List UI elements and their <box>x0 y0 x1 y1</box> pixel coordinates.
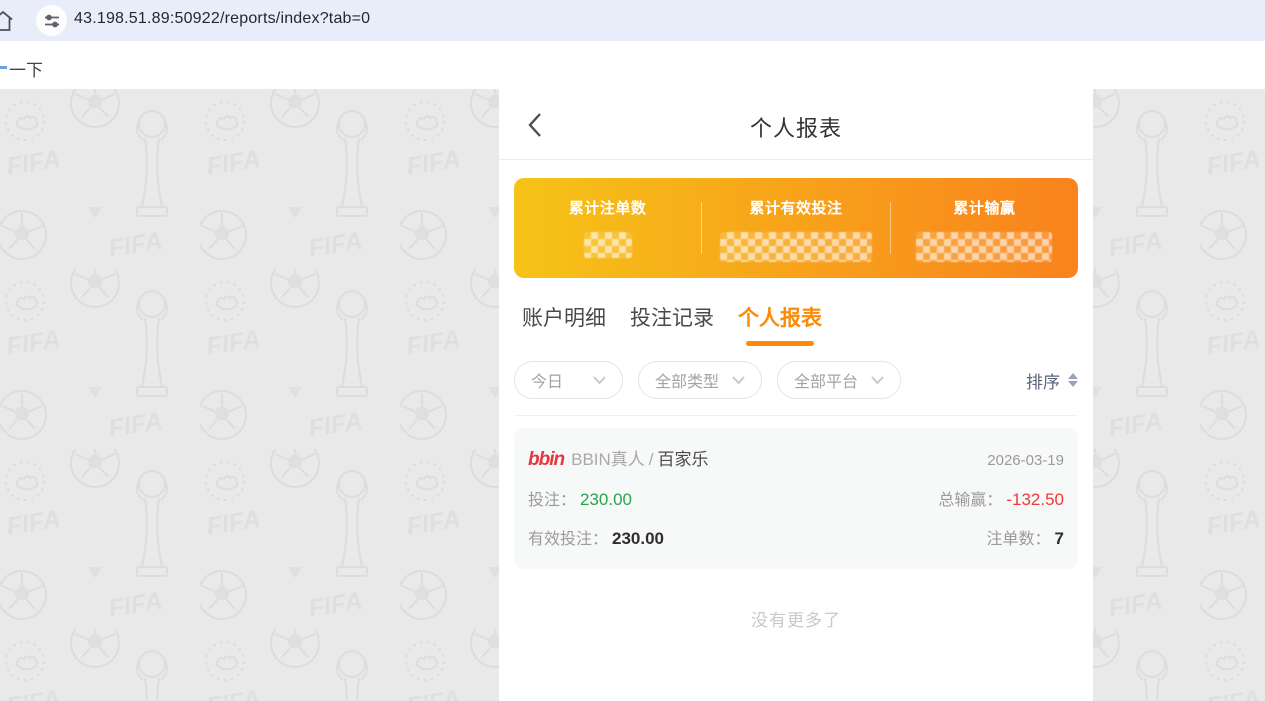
home-icon[interactable] <box>0 9 15 38</box>
summary-col-valid-bet: 累计有效投注 <box>702 178 889 278</box>
summary-col-winloss: 累计输赢 <box>891 178 1078 278</box>
provider-game-separator: / <box>648 450 654 469</box>
report-card-mid-row: 投注： 230.00 总输赢： -132.50 <box>528 486 1064 510</box>
summary-col-bet-count: 累计注单数 <box>514 178 701 278</box>
tab-account-details[interactable]: 账户明细 <box>522 302 606 346</box>
dropdown-label: 全部平台 <box>794 374 859 391</box>
summary-value-censored <box>916 232 1053 262</box>
dropdown-label: 全部类型 <box>655 374 720 391</box>
bookmark-label[interactable]: 一下 <box>9 56 43 81</box>
url-text[interactable]: 43.198.51.89:50922/reports/index?tab=0 <box>74 10 370 28</box>
bet-count-value: 7 <box>1054 529 1064 548</box>
bet-label: 投注： <box>528 492 577 509</box>
valid-bet-label: 有效投注： <box>528 531 609 548</box>
chevron-down-icon <box>593 376 606 384</box>
sort-arrows-icon <box>1068 373 1078 387</box>
tab-bet-records[interactable]: 投注记录 <box>630 302 714 346</box>
page-title: 个人报表 <box>749 116 842 141</box>
tab-label: 账户明细 <box>522 307 606 330</box>
tab-active-underline <box>746 341 814 346</box>
bet-value: 230.00 <box>580 490 633 509</box>
summary-card: 累计注单数 累计有效投注 累计输赢 <box>514 178 1078 278</box>
provider-name: BBIN真人 <box>571 450 645 469</box>
winloss-label: 总输赢： <box>938 492 1003 509</box>
sort-control[interactable]: 排序 <box>1026 368 1078 393</box>
dropdown-label: 今日 <box>531 374 564 391</box>
summary-label: 累计输赢 <box>953 200 1016 217</box>
report-date: 2026-03-19 <box>987 452 1064 469</box>
tab-bar: 账户明细 投注记录 个人报表 <box>522 302 1093 346</box>
summary-value-censored <box>583 232 632 258</box>
bbin-logo: bbin <box>528 449 565 470</box>
bookmarks-bar: 一下 <box>0 41 1265 89</box>
tab-underline <box>530 341 598 346</box>
summary-label: 累计有效投注 <box>749 200 843 217</box>
valid-bet-value: 230.00 <box>612 529 665 548</box>
summary-value-censored <box>719 232 872 262</box>
no-more-text: 没有更多了 <box>751 611 841 630</box>
browser-address-bar: 43.198.51.89:50922/reports/index?tab=0 <box>0 0 1265 41</box>
chevron-down-icon <box>871 376 884 384</box>
tab-label: 投注记录 <box>630 307 714 330</box>
game-name: 百家乐 <box>657 450 709 469</box>
report-card-header-row: bbin BBIN真人 / 百家乐 2026-03-19 <box>528 445 1064 471</box>
tab-label: 个人报表 <box>738 307 822 330</box>
sort-label: 排序 <box>1026 372 1060 392</box>
bet-count-label: 注单数： <box>986 531 1051 548</box>
platform-filter-dropdown[interactable]: 全部平台 <box>777 361 901 399</box>
report-panel: 个人报表 累计注单数 累计有效投注 累计输赢 账户明细 投注记录 个人报表 今日… <box>499 89 1093 701</box>
report-row-card[interactable]: bbin BBIN真人 / 百家乐 2026-03-19 投注： 230.00 … <box>514 428 1078 569</box>
chevron-down-icon <box>732 376 745 384</box>
panel-header: 个人报表 <box>499 89 1093 160</box>
winloss-value: -132.50 <box>1006 490 1064 509</box>
type-filter-dropdown[interactable]: 全部类型 <box>638 361 762 399</box>
filter-bar: 今日 全部类型 全部平台 排序 <box>514 361 1078 416</box>
summary-label: 累计注单数 <box>568 200 647 217</box>
bookmark-favicon-fragment <box>0 66 7 69</box>
tab-personal-report[interactable]: 个人报表 <box>738 302 822 346</box>
tab-underline <box>638 341 706 346</box>
report-card-bottom-row: 有效投注： 230.00 注单数： 7 <box>528 525 1064 549</box>
date-filter-dropdown[interactable]: 今日 <box>514 361 623 399</box>
site-info-icon[interactable] <box>36 5 67 36</box>
